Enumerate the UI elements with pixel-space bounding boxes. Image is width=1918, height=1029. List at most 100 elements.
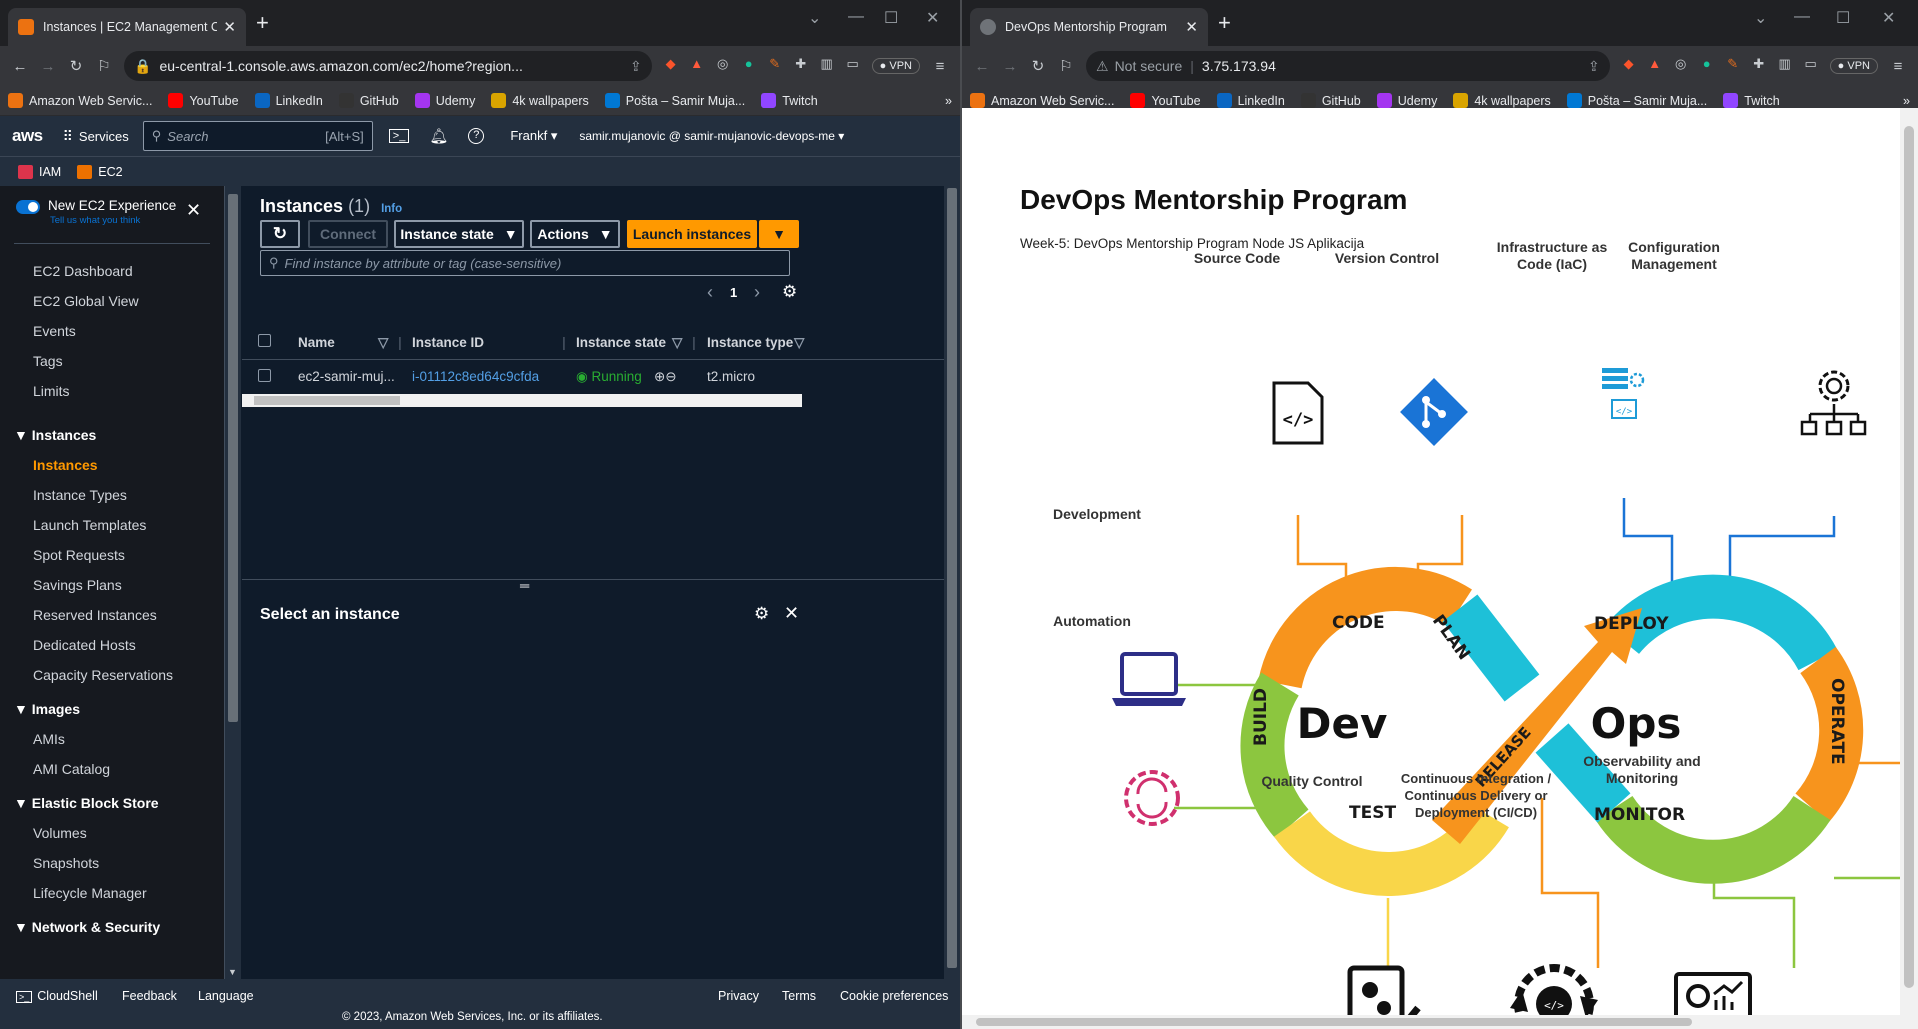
address-bar[interactable]: 🔒 eu-central-1.console.aws.amazon.com/ec… bbox=[124, 51, 652, 81]
refresh-button[interactable]: ↻ bbox=[260, 220, 300, 248]
sidebar-item[interactable]: Instances bbox=[0, 450, 225, 480]
connect-button[interactable]: Connect bbox=[308, 220, 388, 248]
instance-id-link[interactable]: i-01112c8ed64c9cfda bbox=[412, 369, 539, 384]
brave-rewards-icon[interactable]: ▲ bbox=[684, 56, 710, 76]
sidebar-item[interactable]: EC2 Dashboard bbox=[0, 256, 225, 286]
extension-pen-icon[interactable]: ✎ bbox=[1720, 56, 1746, 76]
tab-devops[interactable]: DevOps Mentorship Program ✕ bbox=[970, 8, 1208, 46]
toggle-switch[interactable] bbox=[16, 200, 40, 214]
launch-dropdown-button[interactable]: ▼ bbox=[759, 220, 799, 248]
page-vertical-scrollbar[interactable] bbox=[1900, 108, 1918, 1029]
col-instance-type[interactable]: Instance type bbox=[707, 335, 793, 350]
grammarly-icon[interactable]: ● bbox=[1694, 56, 1720, 76]
extensions-puzzle-icon[interactable]: ✚ bbox=[1746, 56, 1772, 76]
sidebar-item[interactable]: Reserved Instances bbox=[0, 600, 225, 630]
vpn-button[interactable]: ● VPN bbox=[871, 58, 920, 74]
terms-link[interactable]: Terms bbox=[782, 989, 816, 1003]
youtube-bookmark[interactable]: YouTube bbox=[168, 93, 239, 108]
brave-rewards-icon[interactable]: ▲ bbox=[1642, 56, 1668, 76]
sort-icon[interactable]: ▽ bbox=[794, 335, 804, 351]
favorite-iam[interactable]: IAM bbox=[39, 165, 61, 179]
filter-input[interactable]: ⚲ Find instance by attribute or tag (cas… bbox=[260, 250, 790, 276]
github-bookmark[interactable]: GitHub bbox=[338, 93, 399, 108]
outlook-bookmark[interactable]: Pošta – Samir Muja... bbox=[604, 93, 745, 108]
prev-page-icon[interactable]: ‹ bbox=[707, 282, 713, 303]
menu-icon[interactable]: ≡ bbox=[926, 58, 954, 75]
tab-ec2[interactable]: Instances | EC2 Management Con ✕ bbox=[8, 8, 246, 46]
col-instance-id[interactable]: Instance ID bbox=[412, 335, 484, 350]
sidebar-item[interactable]: Capacity Reservations bbox=[0, 660, 225, 690]
address-bar[interactable]: ⚠ Not secure | 3.75.173.94 ⇪ bbox=[1086, 51, 1610, 81]
sidebar-item[interactable]: Lifecycle Manager bbox=[0, 878, 225, 908]
sidebar-item[interactable]: AMI Catalog bbox=[0, 754, 225, 784]
launch-instances-button[interactable]: Launch instances bbox=[627, 220, 757, 248]
maximize-button[interactable]: ☐ bbox=[1836, 8, 1850, 28]
nav-section[interactable]: ▼ Images bbox=[0, 694, 225, 724]
close-window-button[interactable]: ✕ bbox=[1882, 8, 1895, 28]
minimize-button[interactable]: — bbox=[1794, 8, 1810, 26]
aws-bookmark[interactable]: Amazon Web Servic... bbox=[8, 93, 152, 108]
sidebar-item[interactable]: AMIs bbox=[0, 724, 225, 754]
col-instance-state[interactable]: Instance state bbox=[576, 335, 666, 350]
extension-glasses-icon[interactable]: ◎ bbox=[1668, 56, 1694, 76]
main-scrollbar[interactable] bbox=[944, 186, 960, 979]
sidebar-item[interactable]: Instance Types bbox=[0, 480, 225, 510]
page-number[interactable]: 1 bbox=[730, 285, 737, 300]
forward-icon[interactable]: → bbox=[34, 58, 62, 75]
sidebar-item[interactable]: Snapshots bbox=[0, 848, 225, 878]
feedback-link[interactable]: Tell us what you think bbox=[50, 215, 176, 226]
cloudshell-icon[interactable]: >_ bbox=[388, 129, 410, 143]
not-secure-label[interactable]: Not secure bbox=[1115, 58, 1183, 74]
actions-button[interactable]: Actions ▼ bbox=[530, 220, 620, 248]
back-icon[interactable]: ← bbox=[968, 58, 996, 75]
sort-icon[interactable]: ▽ bbox=[378, 335, 388, 351]
instance-state-button[interactable]: Instance state ▼ bbox=[394, 220, 524, 248]
menu-icon[interactable]: ≡ bbox=[1884, 58, 1912, 75]
table-row[interactable]: ec2-samir-muj... i-01112c8ed64c9cfda ◉ R… bbox=[242, 360, 944, 394]
brave-shield-icon[interactable]: ◆ bbox=[1616, 56, 1642, 76]
sidebar-icon[interactable]: ▥ bbox=[814, 56, 840, 76]
cloudshell-link[interactable]: >_ CloudShell bbox=[16, 989, 98, 1003]
new-tab-button[interactable]: + bbox=[256, 11, 269, 35]
udemy-bookmark[interactable]: Udemy bbox=[1376, 93, 1437, 108]
page-horizontal-scrollbar[interactable] bbox=[962, 1015, 1918, 1029]
favorite-ec2[interactable]: EC2 bbox=[98, 165, 122, 179]
reload-icon[interactable]: ↻ bbox=[62, 57, 90, 75]
brave-shield-icon[interactable]: ◆ bbox=[658, 56, 684, 76]
more-bookmarks-icon[interactable]: » bbox=[945, 94, 952, 108]
bookmark-icon[interactable]: ⚐ bbox=[1052, 57, 1080, 75]
sidebar-item[interactable]: Launch Templates bbox=[0, 510, 225, 540]
extension-glasses-icon[interactable]: ◎ bbox=[710, 56, 736, 76]
close-panel-icon[interactable]: ✕ bbox=[784, 603, 799, 624]
zoom-icons[interactable]: ⊕⊖ bbox=[654, 369, 677, 385]
notifications-bell-icon[interactable]: 🔔︎ bbox=[429, 127, 448, 145]
reload-icon[interactable]: ↻ bbox=[1024, 57, 1052, 75]
outlook-bookmark[interactable]: Pošta – Samir Muja... bbox=[1566, 93, 1707, 108]
github-bookmark[interactable]: GitHub bbox=[1300, 93, 1361, 108]
search-input[interactable]: ⚲ Search [Alt+S] bbox=[142, 121, 373, 151]
nav-section[interactable]: ▼ Instances bbox=[0, 420, 225, 450]
nav-section[interactable]: ▼ Network & Security bbox=[0, 912, 225, 942]
account-menu[interactable]: samir.mujanovic @ samir-mujanovic-devops… bbox=[579, 129, 844, 143]
bookmark-icon[interactable]: ⚐ bbox=[90, 57, 118, 75]
maximize-button[interactable]: ☐ bbox=[884, 8, 898, 28]
grammarly-icon[interactable]: ● bbox=[736, 56, 762, 76]
linkedin-bookmark[interactable]: LinkedIn bbox=[254, 93, 323, 108]
sidebar-scrollbar[interactable]: ▼ bbox=[225, 186, 241, 979]
preferences-gear-icon[interactable]: ⚙ bbox=[782, 282, 797, 302]
close-tab-icon[interactable]: ✕ bbox=[223, 18, 236, 36]
aws-logo[interactable]: aws bbox=[12, 126, 43, 146]
new-tab-button[interactable]: + bbox=[1218, 11, 1231, 35]
sidebar-item[interactable]: EC2 Global View bbox=[0, 286, 225, 316]
next-page-icon[interactable]: › bbox=[754, 282, 760, 303]
tab-search-icon[interactable]: ⌄ bbox=[1754, 8, 1767, 28]
feedback-link[interactable]: Feedback bbox=[122, 989, 177, 1003]
sidebar-item[interactable]: Savings Plans bbox=[0, 570, 225, 600]
cookie-preferences-link[interactable]: Cookie preferences bbox=[840, 989, 948, 1003]
nav-section[interactable]: ▼ Elastic Block Store bbox=[0, 788, 225, 818]
col-name[interactable]: Name bbox=[298, 335, 335, 350]
language-link[interactable]: Language bbox=[198, 989, 254, 1003]
twitch-bookmark[interactable]: Twitch bbox=[761, 93, 818, 108]
drag-handle-icon[interactable]: ═ bbox=[520, 578, 529, 593]
udemy-bookmark[interactable]: Udemy bbox=[414, 93, 475, 108]
